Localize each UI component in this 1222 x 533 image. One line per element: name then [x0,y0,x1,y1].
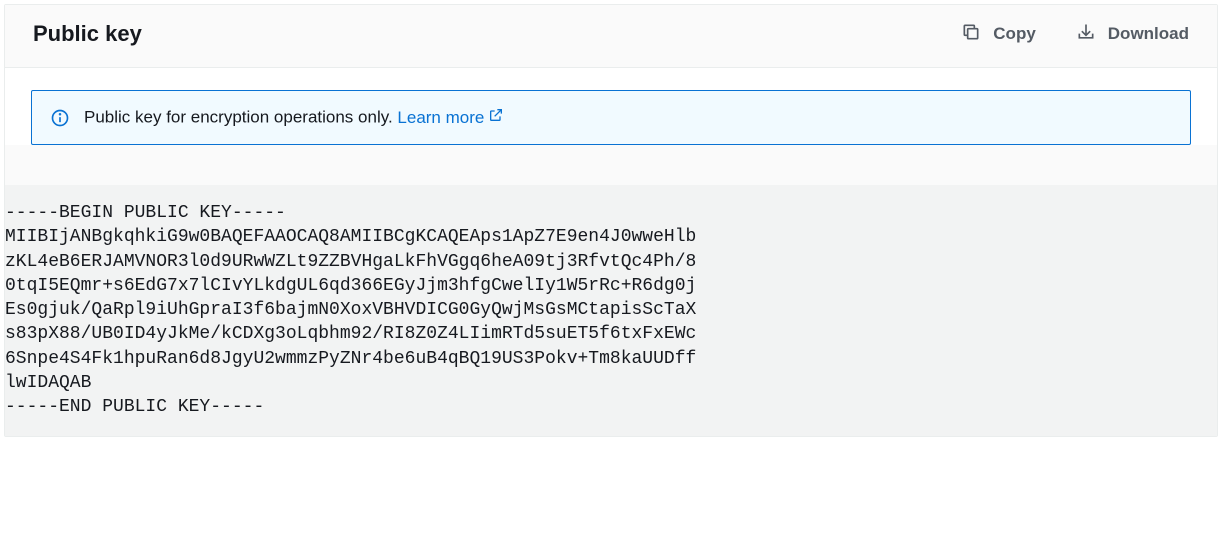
alert-message: Public key for encryption operations onl… [84,108,397,127]
alert-text: Public key for encryption operations onl… [84,107,504,128]
copy-button[interactable]: Copy [961,22,1036,47]
public-key-content: -----BEGIN PUBLIC KEY----- MIIBIjANBgkqh… [5,185,1217,436]
public-key-panel: Public key Copy Download Public key fo [4,4,1218,437]
download-icon [1076,22,1096,47]
panel-header: Public key Copy Download [5,5,1217,68]
page-title: Public key [33,21,142,47]
learn-more-link[interactable]: Learn more [397,107,504,128]
copy-icon [961,22,981,47]
download-button[interactable]: Download [1076,22,1189,47]
download-label: Download [1108,24,1189,44]
learn-more-label: Learn more [397,108,484,128]
info-icon [50,108,70,128]
panel-body: Public key for encryption operations onl… [5,68,1217,145]
external-link-icon [488,107,504,128]
panel-actions: Copy Download [961,22,1189,47]
info-alert: Public key for encryption operations onl… [31,90,1191,145]
copy-label: Copy [993,24,1036,44]
